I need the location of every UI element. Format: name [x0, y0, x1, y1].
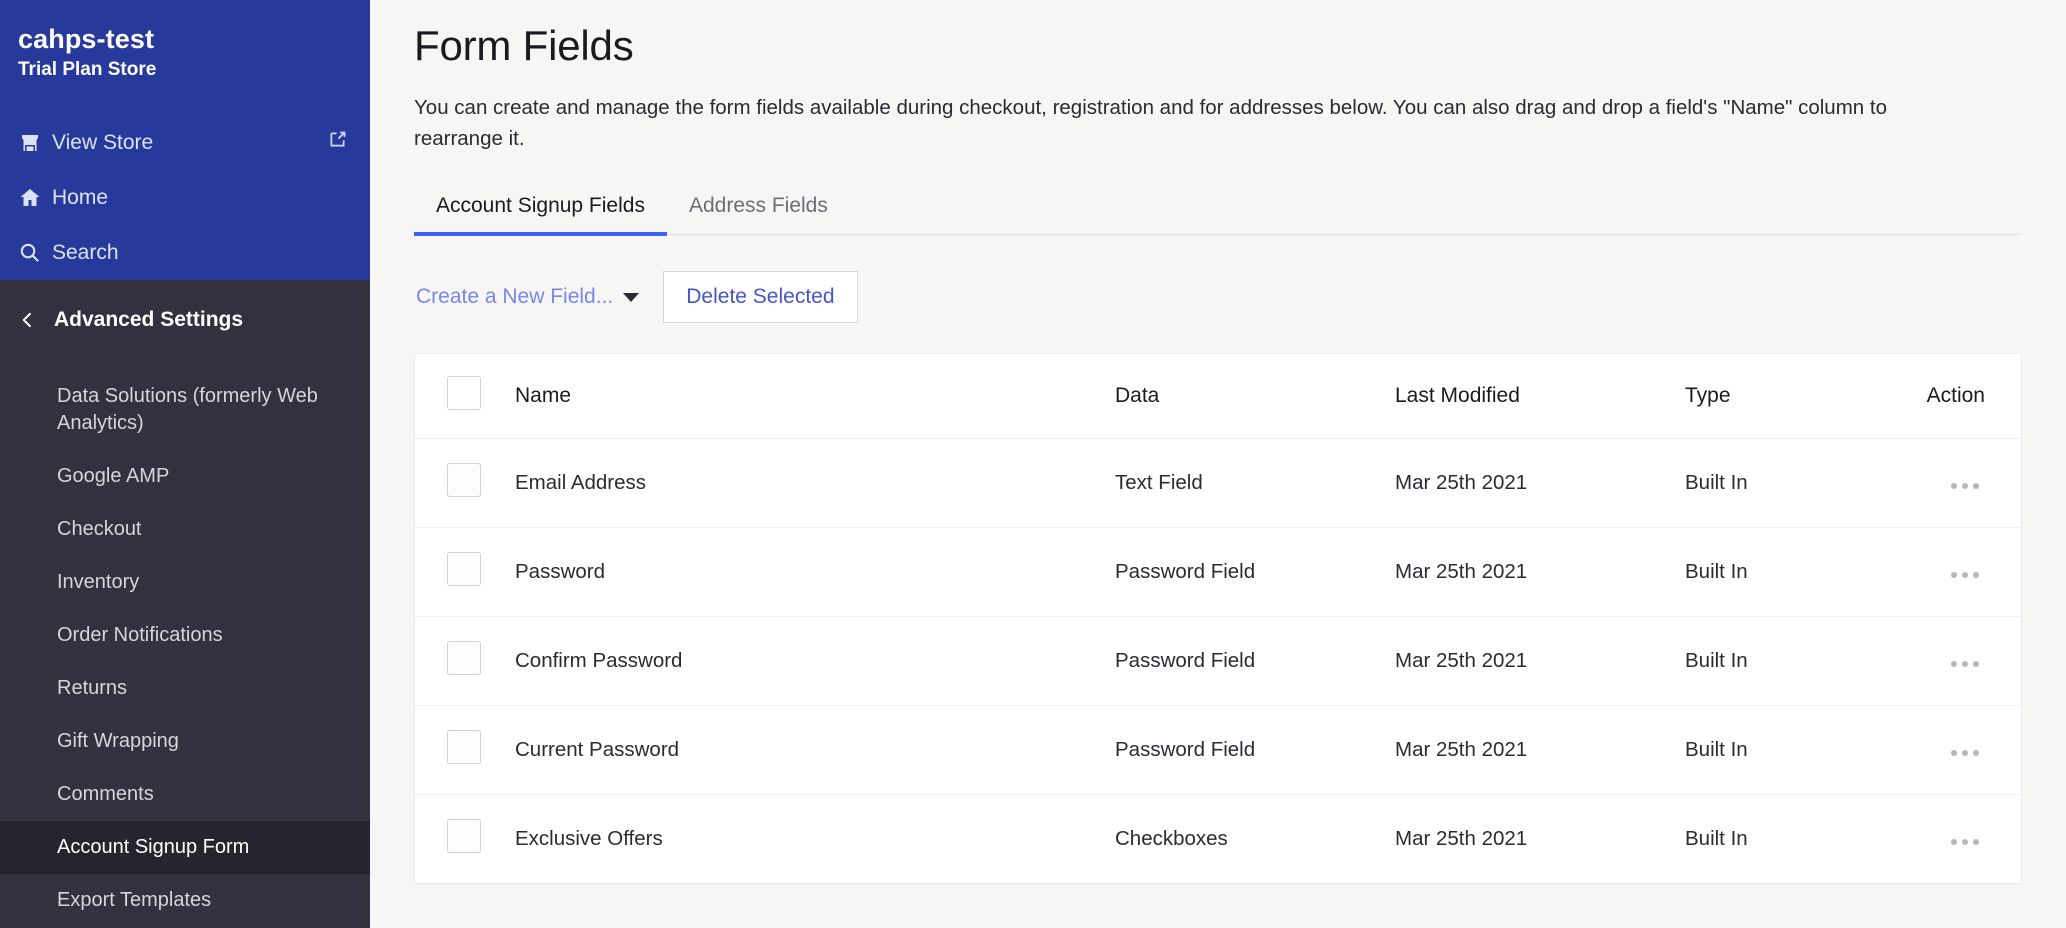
page-description: You can create and manage the form field… [370, 70, 2020, 154]
create-new-field-dropdown[interactable]: Create a New Field... [414, 279, 641, 315]
cell-action [1915, 528, 2021, 617]
cell-name[interactable]: Confirm Password [515, 617, 1115, 706]
sidebar-item-returns[interactable]: Returns [0, 662, 370, 715]
sidebar-item-comments[interactable]: Comments [0, 768, 370, 821]
cell-last-modified: Mar 25th 2021 [1395, 439, 1685, 528]
main-content: Form Fields You can create and manage th… [370, 0, 2066, 928]
table-row: Confirm Password Password Field Mar 25th… [415, 617, 2021, 706]
table-head: Name Data Last Modified Type Action [415, 354, 2021, 439]
search-icon [18, 241, 52, 264]
select-all-checkbox[interactable] [447, 376, 481, 410]
sidebar-item-google-amp[interactable]: Google AMP [0, 450, 370, 503]
tab-bar: Account Signup Fields Address Fields [414, 184, 2022, 235]
external-link-icon [327, 129, 348, 156]
column-header-data[interactable]: Data [1115, 354, 1395, 439]
page-title: Form Fields [370, 22, 2066, 70]
cell-last-modified: Mar 25th 2021 [1395, 795, 1685, 884]
row-select-cell [415, 617, 515, 706]
sidebar-item-inventory[interactable]: Inventory [0, 556, 370, 609]
sidebar-item-label: Search [52, 241, 348, 265]
cell-action [1915, 439, 2021, 528]
sidebar-item-view-store[interactable]: View Store [0, 115, 370, 170]
cell-action [1915, 795, 2021, 884]
sidebar-item-account-signup-form[interactable]: Account Signup Form [0, 821, 370, 874]
cell-action [1915, 617, 2021, 706]
table-row: Email Address Text Field Mar 25th 2021 B… [415, 439, 2021, 528]
column-header-name[interactable]: Name [515, 354, 1115, 439]
store-info: cahps-test Trial Plan Store [0, 24, 370, 81]
cell-data: Password Field [1115, 706, 1395, 795]
cell-type: Built In [1685, 439, 1915, 528]
sidebar-item-order-notifications[interactable]: Order Notifications [0, 609, 370, 662]
table-row: Current Password Password Field Mar 25th… [415, 706, 2021, 795]
column-header-type[interactable]: Type [1685, 354, 1915, 439]
tab-address-fields[interactable]: Address Fields [667, 184, 850, 234]
tab-account-signup-fields[interactable]: Account Signup Fields [414, 184, 667, 234]
select-all-header [415, 354, 515, 439]
home-icon [18, 186, 52, 210]
cell-type: Built In [1685, 706, 1915, 795]
cell-action [1915, 706, 2021, 795]
cell-name[interactable]: Exclusive Offers [515, 795, 1115, 884]
table-header-row: Name Data Last Modified Type Action [415, 354, 2021, 439]
row-select-cell [415, 706, 515, 795]
row-actions-menu-icon[interactable] [1945, 744, 1985, 762]
chevron-left-icon[interactable] [18, 310, 54, 330]
cell-type: Built In [1685, 617, 1915, 706]
sidebar-item-export-templates[interactable]: Export Templates [0, 874, 370, 927]
sidebar-item-checkout[interactable]: Checkout [0, 503, 370, 556]
column-header-action: Action [1915, 354, 2021, 439]
cell-data: Checkboxes [1115, 795, 1395, 884]
cell-data: Password Field [1115, 617, 1395, 706]
cell-last-modified: Mar 25th 2021 [1395, 528, 1685, 617]
row-checkbox[interactable] [447, 552, 481, 586]
sidebar-item-gift-wrapping[interactable]: Gift Wrapping [0, 715, 370, 768]
row-actions-menu-icon[interactable] [1945, 655, 1985, 673]
sidebar-item-data-solutions[interactable]: Data Solutions (formerly Web Analytics) [0, 370, 370, 450]
table-toolbar: Create a New Field... Delete Selected [414, 271, 2022, 323]
sidebar-item-label: Home [52, 186, 348, 210]
row-select-cell [415, 795, 515, 884]
store-plan: Trial Plan Store [18, 59, 348, 81]
cell-name[interactable]: Current Password [515, 706, 1115, 795]
sidebar-settings-list: Data Solutions (formerly Web Analytics) … [0, 360, 370, 927]
sidebar: cahps-test Trial Plan Store View Store [0, 0, 370, 928]
sidebar-section-title: Advanced Settings [54, 308, 243, 332]
form-fields-table-card: Name Data Last Modified Type Action Emai… [414, 353, 2022, 884]
row-checkbox[interactable] [447, 730, 481, 764]
cell-data: Text Field [1115, 439, 1395, 528]
cell-name[interactable]: Email Address [515, 439, 1115, 528]
sidebar-item-search[interactable]: Search [0, 225, 370, 280]
cell-data: Password Field [1115, 528, 1395, 617]
sidebar-item-home[interactable]: Home [0, 170, 370, 225]
cell-last-modified: Mar 25th 2021 [1395, 617, 1685, 706]
sidebar-item-label: View Store [52, 131, 327, 155]
row-actions-menu-icon[interactable] [1945, 477, 1985, 495]
delete-selected-button[interactable]: Delete Selected [663, 271, 857, 323]
column-header-last-modified[interactable]: Last Modified [1395, 354, 1685, 439]
row-select-cell [415, 439, 515, 528]
table-body: Email Address Text Field Mar 25th 2021 B… [415, 439, 2021, 884]
cell-type: Built In [1685, 795, 1915, 884]
chevron-down-icon [623, 293, 639, 302]
create-new-field-label: Create a New Field... [416, 285, 613, 309]
cell-name[interactable]: Password [515, 528, 1115, 617]
store-icon [18, 131, 52, 155]
row-actions-menu-icon[interactable] [1945, 566, 1985, 584]
store-name: cahps-test [18, 24, 348, 55]
sidebar-section-header[interactable]: Advanced Settings [0, 280, 370, 360]
row-checkbox[interactable] [447, 641, 481, 675]
row-checkbox[interactable] [447, 819, 481, 853]
row-checkbox[interactable] [447, 463, 481, 497]
row-actions-menu-icon[interactable] [1945, 833, 1985, 851]
app-root: cahps-test Trial Plan Store View Store [0, 0, 2066, 928]
cell-last-modified: Mar 25th 2021 [1395, 706, 1685, 795]
sidebar-header: cahps-test Trial Plan Store View Store [0, 0, 370, 280]
row-select-cell [415, 528, 515, 617]
sidebar-primary-nav: View Store Home Search [0, 115, 370, 280]
form-fields-table: Name Data Last Modified Type Action Emai… [415, 354, 2021, 883]
table-row: Exclusive Offers Checkboxes Mar 25th 202… [415, 795, 2021, 884]
cell-type: Built In [1685, 528, 1915, 617]
table-row: Password Password Field Mar 25th 2021 Bu… [415, 528, 2021, 617]
